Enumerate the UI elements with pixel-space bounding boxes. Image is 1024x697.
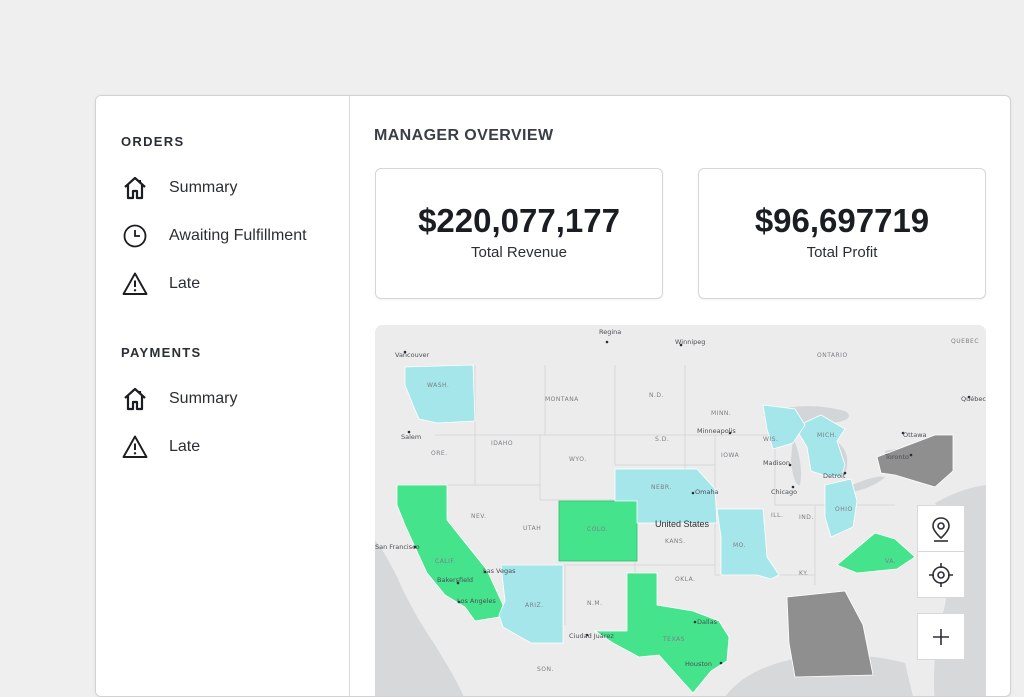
region-label-ontario: ONTARIO xyxy=(817,352,848,359)
city-label-san-francisco: San Francisco xyxy=(375,543,420,551)
total-profit-card: $96,697719 Total Profit xyxy=(698,168,986,299)
city-label-bakersfield: Bakersfield xyxy=(437,576,473,584)
state-label-texas: TEXAS xyxy=(662,636,685,643)
state-label-wyo: WYO. xyxy=(569,456,587,463)
state-label-calif: CALIF. xyxy=(435,558,456,565)
city-label-detroit: Detroit xyxy=(823,472,846,480)
sales-map[interactable]: MONTANA N.D. MINN. ORE. IDAHO WYO. S.D. … xyxy=(375,325,986,697)
sidebar: ORDERS Summary Awaiting Fulfillment Late… xyxy=(96,96,350,696)
state-label-iowa: IOWA xyxy=(721,452,740,459)
page-title: MANAGER OVERVIEW xyxy=(374,127,554,144)
state-label-ind: IND. xyxy=(799,514,814,521)
state-label-ohio: OHIO xyxy=(835,506,853,513)
home-icon xyxy=(121,174,149,202)
warning-icon xyxy=(121,270,149,298)
total-revenue-card: $220,077,177 Total Revenue xyxy=(375,168,663,299)
sidebar-item-label: Late xyxy=(169,275,201,292)
state-label-idaho: IDAHO xyxy=(491,440,513,447)
kpi-label: Total Revenue xyxy=(471,244,567,261)
sidebar-item-orders-late[interactable]: Late xyxy=(121,269,341,299)
city-label-dallas: Dallas xyxy=(697,618,718,626)
orders-section-title: ORDERS xyxy=(121,134,185,149)
state-label-colo: COLO. xyxy=(587,526,608,533)
state-label-wis: WIS. xyxy=(763,436,778,443)
sidebar-item-payments-summary[interactable]: Summary xyxy=(121,384,341,414)
city-label-ottawa: Ottawa xyxy=(903,431,927,439)
sidebar-item-label: Summary xyxy=(169,390,238,407)
kpi-value: $220,077,177 xyxy=(418,202,620,239)
region-label-quebec: QUEBEC xyxy=(951,338,979,345)
location-pin-button[interactable] xyxy=(917,505,965,552)
state-label-mich: MICH. xyxy=(817,432,837,439)
kpi-label: Total Profit xyxy=(806,244,878,261)
locate-me-button[interactable] xyxy=(917,551,965,598)
city-label-las-vegas: Las Vegas xyxy=(483,567,516,575)
state-label-va: VA. xyxy=(885,558,896,565)
state-label-ore: ORE. xyxy=(431,450,448,457)
clock-icon xyxy=(121,222,149,250)
city-label-regina: Regina xyxy=(599,328,621,336)
state-label-kans: KANS. xyxy=(665,538,686,545)
city-label-salem: Salem xyxy=(401,433,421,441)
state-label-minn: MINN. xyxy=(711,410,731,417)
state-label-ky: KY. xyxy=(799,570,809,577)
sidebar-item-label: Summary xyxy=(169,179,238,196)
kpi-value: $96,697719 xyxy=(754,202,930,239)
city-label-madison: Madison xyxy=(763,459,790,467)
state-label-utah: UTAH xyxy=(523,525,541,532)
sidebar-item-label: Awaiting Fulfillment xyxy=(169,227,307,244)
city-label-ciudad-juarez: Ciudad Juárez xyxy=(569,632,614,640)
city-label-houston: Houston xyxy=(685,660,712,668)
app-window: ORDERS Summary Awaiting Fulfillment Late… xyxy=(95,95,1011,697)
state-label-nebr: NEBR. xyxy=(651,484,672,491)
sidebar-item-payments-late[interactable]: Late xyxy=(121,432,341,462)
home-icon xyxy=(121,385,149,413)
state-label-nd: N.D. xyxy=(649,392,664,399)
map-canvas[interactable]: MONTANA N.D. MINN. ORE. IDAHO WYO. S.D. … xyxy=(375,325,986,697)
location-pin-icon xyxy=(929,516,953,542)
main-content: MANAGER OVERVIEW $220,077,177 Total Reve… xyxy=(350,96,1010,696)
state-label-ariz: ARIZ. xyxy=(525,602,544,609)
sidebar-item-label: Late xyxy=(169,438,201,455)
payments-section-title: PAYMENTS xyxy=(121,345,202,360)
city-label-quebec-city: Québec xyxy=(961,395,986,403)
city-label-chicago: Chicago xyxy=(771,488,797,496)
state-label-mo: MO. xyxy=(733,542,746,549)
state-label-okla: OKLA. xyxy=(675,576,696,583)
zoom-in-button[interactable] xyxy=(917,613,965,660)
city-label-omaha: Omaha xyxy=(695,488,719,496)
country-label: United States xyxy=(655,519,710,529)
warning-icon xyxy=(121,433,149,461)
state-label-wash: WASH. xyxy=(427,382,449,389)
city-label-los-angeles: Los Angeles xyxy=(457,597,496,605)
sidebar-item-orders-summary[interactable]: Summary xyxy=(121,173,341,203)
city-label-winnipeg: Winnipeg xyxy=(675,338,705,346)
state-label-sd: S.D. xyxy=(655,436,669,443)
state-label-ill: ILL. xyxy=(771,512,783,519)
city-label-toronto: Toronto xyxy=(884,453,909,461)
sidebar-item-awaiting-fulfillment[interactable]: Awaiting Fulfillment xyxy=(121,221,341,251)
city-label-vancouver: Vancouver xyxy=(395,351,430,359)
crosshair-icon xyxy=(928,562,954,588)
state-label-nev: NEV. xyxy=(471,513,487,520)
state-label-montana: MONTANA xyxy=(545,396,579,403)
plus-icon xyxy=(930,626,952,648)
city-label-minneapolis: Minneapolis xyxy=(697,427,736,435)
state-label-nm: N.M. xyxy=(587,600,602,607)
